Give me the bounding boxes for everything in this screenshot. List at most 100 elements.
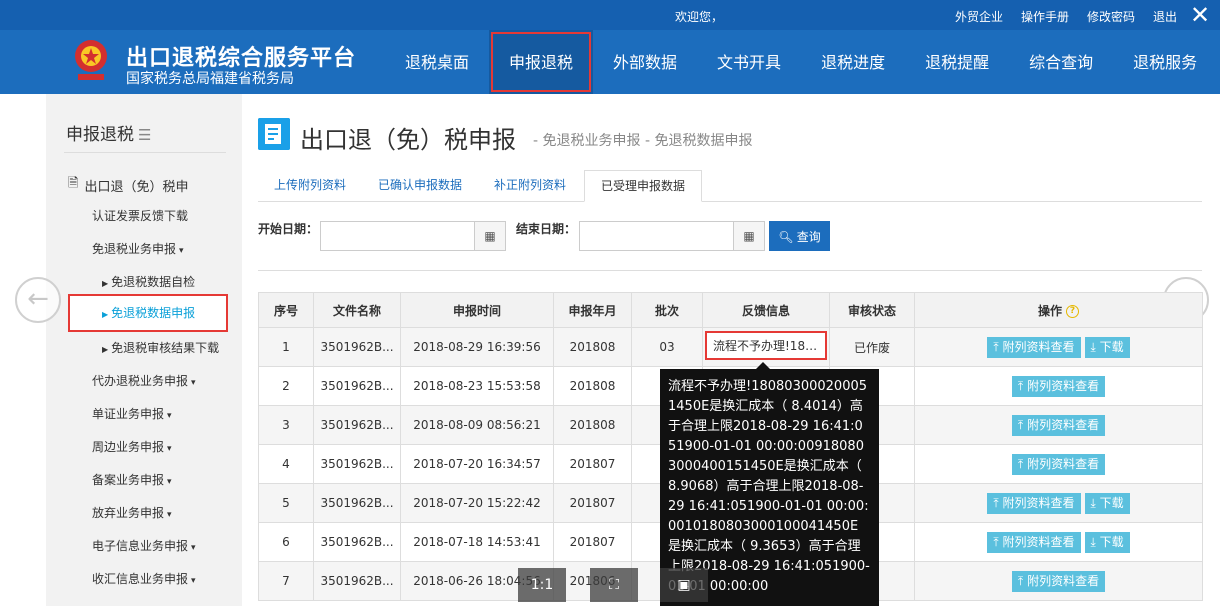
link-foreign-trade[interactable]: 外贸企业 xyxy=(955,8,1003,25)
edit-document-icon xyxy=(258,118,290,150)
download-icon: ⤓ xyxy=(1090,495,1096,510)
top-links: 外贸企业 操作手册 修改密码 退出 xyxy=(955,8,1177,25)
triangle-right-icon: ▶ xyxy=(102,345,109,354)
view-attachments-button[interactable]: ⤒ 附列资料查看 xyxy=(987,336,1081,358)
sidebar-item-refund-declare[interactable]: 免退税业务申报 ▾ xyxy=(92,240,184,257)
cell-actions: ⤒ 附列资料查看 xyxy=(914,444,1203,484)
cell-file: 3501962B... xyxy=(313,366,401,406)
cell-actions: ⤒ 附列资料查看 xyxy=(914,366,1203,406)
search-button[interactable]: 🔍︎ 查询 xyxy=(769,221,830,251)
upload-icon: ⤒ xyxy=(993,534,999,549)
close-icon[interactable]: ✕ xyxy=(1186,2,1214,30)
table-row: 1 3501962B... 2018-08-29 16:39:56 201808 03 流… xyxy=(258,327,1203,367)
cell-ym: 201808 xyxy=(553,366,632,406)
tab-accepted-data[interactable]: 已受理申报数据 xyxy=(584,170,703,202)
view-attachments-button[interactable]: ⤒ 附列资料查看 xyxy=(987,531,1081,553)
sidebar-divider xyxy=(64,152,226,153)
platform-subtitle: 国家税务总局福建省税务局 xyxy=(126,71,294,87)
menu-icon[interactable]: ☰ xyxy=(138,126,151,144)
sidebar-sub-self-check[interactable]: ▶ 免退税数据自检 xyxy=(102,273,195,290)
tab-supplement-attachments[interactable]: 补正附列资料 xyxy=(478,170,582,201)
col-header-no: 序号 xyxy=(258,292,314,328)
tab-upload-attachments[interactable]: 上传附列资料 xyxy=(258,170,362,201)
sidebar-item-abandon[interactable]: 放弃业务申报 ▾ xyxy=(92,504,172,521)
nav-declare-refund[interactable]: 申报退税 xyxy=(489,30,594,94)
chevron-down-icon: ▾ xyxy=(179,246,184,256)
chevron-down-icon: ▾ xyxy=(167,510,172,520)
sidebar-item-invoice-feedback[interactable]: 认证发票反馈下载 xyxy=(92,207,188,224)
sidebar-sub-data-declare[interactable]: ▶ 免退税数据申报 xyxy=(68,294,228,332)
view-attachments-button[interactable]: ⤒ 附列资料查看 xyxy=(1011,453,1106,475)
sidebar-item-agent-refund[interactable]: 代办退税业务申报 ▾ xyxy=(92,372,196,389)
help-icon[interactable]: ? xyxy=(1066,304,1079,318)
nav-external-data[interactable]: 外部数据 xyxy=(593,30,697,94)
link-logout[interactable]: 退出 xyxy=(1153,8,1177,25)
divider xyxy=(258,270,1202,271)
page-title: 出口退（免）税申报 xyxy=(300,126,516,154)
download-button[interactable]: ⤓ 下载 xyxy=(1084,336,1130,358)
nav-query[interactable]: 综合查询 xyxy=(1009,30,1113,94)
cell-no: 1 xyxy=(258,327,314,367)
nav-services[interactable]: 退税服务 xyxy=(1113,30,1217,94)
table-header-row: 序号 文件名称 申报时间 申报年月 批次 反馈信息 审核状态 操作? xyxy=(258,292,1203,328)
download-button[interactable]: ⤓ 下载 xyxy=(1084,492,1130,514)
sidebar: 申报退税 ☰ 🗎 出口退（免）税申 认证发票反馈下载 免退税业务申报 ▾ ▶ 免退税数… xyxy=(46,94,242,606)
col-header-ym: 申报年月 xyxy=(553,292,632,328)
tooltip-caret xyxy=(756,362,770,369)
search-icon: 🔍︎ xyxy=(778,229,794,244)
actual-size-button[interactable]: 1:1 xyxy=(518,568,566,602)
nav-progress[interactable]: 退税进度 xyxy=(801,30,905,94)
start-date-input[interactable] xyxy=(320,221,474,251)
sidebar-sub-audit-download[interactable]: ▶ 免退税审核结果下载 xyxy=(102,339,219,356)
cell-no: 7 xyxy=(258,561,314,601)
cell-batch: 03 xyxy=(631,327,703,367)
image-icon[interactable]: ▣ xyxy=(660,568,708,602)
chevron-down-icon: ▾ xyxy=(167,477,172,487)
calendar-icon[interactable]: ▦ xyxy=(474,221,506,251)
view-attachments-button[interactable]: ⤒ 附列资料查看 xyxy=(1011,414,1106,436)
cell-ym: 201807 xyxy=(553,444,632,484)
col-header-batch: 批次 xyxy=(631,292,703,328)
sidebar-item-e-info[interactable]: 电子信息业务申报 ▾ xyxy=(92,537,196,554)
sidebar-group-export-refund[interactable]: 🗎 出口退（免）税申 xyxy=(68,174,188,196)
sidebar-item-peripheral[interactable]: 周边业务申报 ▾ xyxy=(92,438,172,455)
sidebar-item-filing[interactable]: 备案业务申报 ▾ xyxy=(92,471,172,488)
chevron-down-icon: ▾ xyxy=(191,378,196,388)
view-attachments-button[interactable]: ⤒ 附列资料查看 xyxy=(987,492,1081,514)
cell-ym: 201808 xyxy=(553,405,632,445)
cell-ym: 201807 xyxy=(553,483,632,523)
view-attachments-button[interactable]: ⤒ 附列资料查看 xyxy=(1011,375,1106,397)
cell-status: 已作废 xyxy=(829,327,915,367)
col-header-file: 文件名称 xyxy=(313,292,401,328)
link-manual[interactable]: 操作手册 xyxy=(1021,8,1069,25)
end-date-input[interactable] xyxy=(579,221,733,251)
nav-reminders[interactable]: 退税提醒 xyxy=(905,30,1009,94)
cell-time: 2018-08-09 08:56:21 xyxy=(400,405,554,445)
welcome-text: 欢迎您， xyxy=(675,10,724,24)
cell-actions: ⤒ 附列资料查看 ⤓ 下载 xyxy=(914,327,1203,367)
nav-tax-desktop[interactable]: 退税桌面 xyxy=(385,30,489,94)
cell-time: 2018-07-20 16:34:57 xyxy=(400,444,554,484)
cell-time: 2018-07-18 14:53:41 xyxy=(400,522,554,562)
sidebar-item-receipt-info[interactable]: 收汇信息业务申报 ▾ xyxy=(92,570,196,587)
cell-no: 6 xyxy=(258,522,314,562)
tab-bar: 上传附列资料 已确认申报数据 补正附列资料 已受理申报数据 xyxy=(258,170,1202,202)
link-change-password[interactable]: 修改密码 xyxy=(1087,8,1135,25)
col-header-feedback: 反馈信息 xyxy=(702,292,830,328)
fullscreen-icon[interactable]: ⛶ xyxy=(590,568,638,602)
arrow-left-icon[interactable]: ← xyxy=(15,277,61,323)
feedback-text[interactable]: 流程不予办理!180... xyxy=(705,331,827,360)
calendar-icon[interactable]: ▦ xyxy=(733,221,765,251)
cell-no: 2 xyxy=(258,366,314,406)
chevron-down-icon: ▾ xyxy=(191,576,196,586)
sidebar-item-voucher[interactable]: 单证业务申报 ▾ xyxy=(92,405,172,422)
download-button[interactable]: ⤓ 下载 xyxy=(1084,531,1130,553)
col-header-status: 审核状态 xyxy=(829,292,915,328)
view-attachments-button[interactable]: ⤒ 附列资料查看 xyxy=(1011,570,1106,592)
tab-confirmed-data[interactable]: 已确认申报数据 xyxy=(362,170,478,201)
chevron-down-icon: ▾ xyxy=(167,444,172,454)
col-header-actions: 操作? xyxy=(914,292,1203,328)
cell-file: 3501962B... xyxy=(313,561,401,601)
chevron-down-icon: ▾ xyxy=(167,411,172,421)
nav-documents[interactable]: 文书开具 xyxy=(697,30,801,94)
